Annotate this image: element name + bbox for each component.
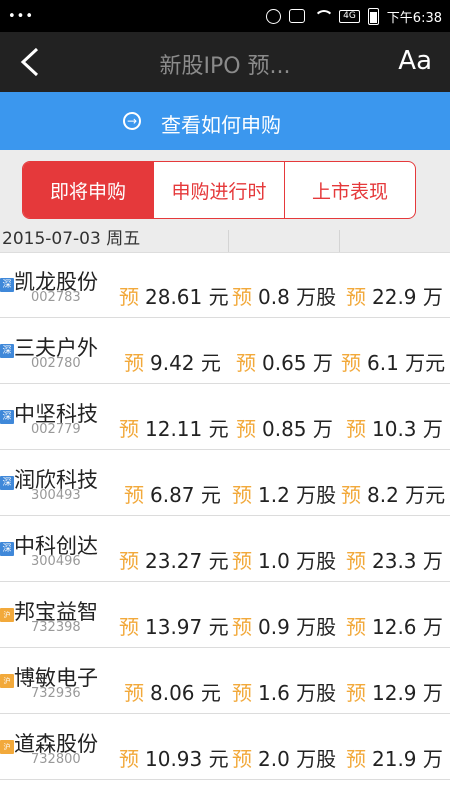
subscription-shares: 预 1.0 万股 — [232, 549, 337, 573]
estimate-prefix: 预 — [119, 615, 139, 639]
issue-price: 预 13.97 元 — [119, 615, 229, 639]
issue-price: 预 9.42 元 — [124, 351, 221, 375]
stock-code: 300493 — [31, 488, 81, 503]
estimate-prefix: 预 — [236, 351, 256, 375]
arrow-right-circle-icon: → — [123, 112, 141, 130]
issue-price: 预 28.61 元 — [119, 285, 229, 309]
page-title: 新股IPO 预... — [159, 54, 291, 79]
back-button[interactable] — [0, 32, 60, 92]
fund-limit: 预 6.1 万元 — [341, 351, 446, 375]
chevron-left-icon — [20, 47, 39, 77]
fund-limit: 预 21.9 万 — [346, 747, 443, 771]
tab-listing-performance[interactable]: 上市表现 — [285, 162, 415, 218]
subscription-shares: 预 0.65 万 — [236, 351, 333, 375]
estimate-prefix: 预 — [232, 681, 252, 705]
stock-code: 002780 — [31, 356, 81, 371]
date-section-header: 2015-07-03 周五 — [0, 230, 450, 253]
title-bar: 新股IPO 预... Aa — [0, 32, 450, 92]
how-to-subscribe-label: 查看如何申购 — [161, 113, 281, 137]
column-divider — [228, 230, 229, 252]
status-icons: 4G 下午6:38 — [266, 7, 442, 26]
issue-price: 预 8.06 元 — [124, 681, 221, 705]
estimate-prefix: 预 — [236, 417, 256, 441]
estimate-prefix: 预 — [232, 615, 252, 639]
subscription-shares: 预 0.9 万股 — [232, 615, 337, 639]
stock-code: 002783 — [31, 290, 81, 305]
market-badge-sh-icon: 沪 — [0, 674, 14, 688]
stock-row[interactable]: 深 中科创达 300496 预 23.27 元 预 1.0 万股 预 23.3 万 — [0, 516, 450, 582]
market-badge-sz-icon: 深 — [0, 344, 14, 358]
market-badge-sh-icon: 沪 — [0, 608, 14, 622]
font-size-button[interactable]: Aa — [398, 46, 432, 76]
estimate-prefix: 预 — [346, 747, 366, 771]
estimate-prefix: 预 — [232, 285, 252, 309]
subscription-shares: 预 1.6 万股 — [232, 681, 337, 705]
phone-signal-icon — [289, 9, 306, 23]
fund-limit: 预 22.9 万 — [346, 285, 443, 309]
date-label: 2015-07-03 周五 — [2, 230, 141, 249]
stock-code: 300496 — [31, 554, 81, 569]
market-badge-sz-icon: 深 — [0, 278, 14, 292]
stock-row[interactable]: 沪 道森股份 732800 预 10.93 元 预 2.0 万股 预 21.9 万 — [0, 714, 450, 780]
wifi-icon — [313, 9, 335, 23]
estimate-prefix: 预 — [346, 615, 366, 639]
estimate-prefix: 预 — [124, 483, 144, 507]
estimate-prefix: 预 — [341, 483, 361, 507]
market-badge-sz-icon: 深 — [0, 410, 14, 424]
status-bar: ••• 4G 下午6:38 — [0, 0, 450, 32]
stock-row[interactable]: 深 凯龙股份 002783 预 28.61 元 预 0.8 万股 预 22.9 万 — [0, 252, 450, 318]
stock-row[interactable]: 深 三夫户外 002780 预 9.42 元 预 0.65 万 预 6.1 万元 — [0, 318, 450, 384]
status-notification-dots: ••• — [8, 8, 35, 24]
battery-icon — [367, 7, 379, 25]
estimate-prefix: 预 — [346, 285, 366, 309]
fund-limit: 预 12.9 万 — [346, 681, 443, 705]
estimate-prefix: 预 — [346, 417, 366, 441]
market-badge-sz-icon: 深 — [0, 542, 14, 556]
tab-in-progress[interactable]: 申购进行时 — [154, 162, 285, 218]
issue-price: 预 10.93 元 — [119, 747, 229, 771]
stock-code: 732936 — [31, 686, 81, 701]
estimate-prefix: 预 — [119, 747, 139, 771]
stock-code: 732398 — [31, 620, 81, 635]
fund-limit: 预 23.3 万 — [346, 549, 443, 573]
stock-row[interactable]: 深 中坚科技 002779 预 12.11 元 预 0.85 万 预 10.3 万 — [0, 384, 450, 450]
ipo-stock-list: 深 凯龙股份 002783 预 28.61 元 预 0.8 万股 预 22.9 万 深… — [0, 252, 450, 780]
estimate-prefix: 预 — [124, 351, 144, 375]
network-4g-icon: 4G — [339, 9, 360, 23]
estimate-prefix: 预 — [119, 417, 139, 441]
market-badge-sz-icon: 深 — [0, 476, 14, 490]
estimate-prefix: 预 — [232, 483, 252, 507]
tab-upcoming[interactable]: 即将申购 — [23, 162, 154, 218]
stock-row[interactable]: 沪 博敏电子 732936 预 8.06 元 预 1.6 万股 预 12.9 万 — [0, 648, 450, 714]
estimate-prefix: 预 — [119, 549, 139, 573]
segmented-tabs: 即将申购 申购进行时 上市表现 — [22, 161, 416, 219]
stock-row[interactable]: 深 润欣科技 300493 预 6.87 元 预 1.2 万股 预 8.2 万元 — [0, 450, 450, 516]
issue-price: 预 6.87 元 — [124, 483, 221, 507]
estimate-prefix: 预 — [232, 747, 252, 771]
estimate-prefix: 预 — [346, 549, 366, 573]
issue-price: 预 12.11 元 — [119, 417, 229, 441]
subscription-shares: 预 2.0 万股 — [232, 747, 337, 771]
estimate-prefix: 预 — [124, 681, 144, 705]
fund-limit: 预 10.3 万 — [346, 417, 443, 441]
column-divider — [339, 230, 340, 252]
stock-code: 732800 — [31, 752, 81, 767]
estimate-prefix: 预 — [346, 681, 366, 705]
fund-limit: 预 12.6 万 — [346, 615, 443, 639]
tab-bar: 即将申购 申购进行时 上市表现 — [0, 150, 450, 230]
fund-limit: 预 8.2 万元 — [341, 483, 446, 507]
issue-price: 预 23.27 元 — [119, 549, 229, 573]
how-to-subscribe-banner[interactable]: → 查看如何申购 — [0, 92, 450, 150]
stock-row[interactable]: 沪 邦宝益智 732398 预 13.97 元 预 0.9 万股 预 12.6 万 — [0, 582, 450, 648]
estimate-prefix: 预 — [341, 351, 361, 375]
status-time: 下午6:38 — [386, 10, 442, 26]
subscription-shares: 预 0.85 万 — [236, 417, 333, 441]
subscription-shares: 预 0.8 万股 — [232, 285, 337, 309]
stock-code: 002779 — [31, 422, 81, 437]
alarm-icon — [266, 8, 282, 24]
estimate-prefix: 预 — [119, 285, 139, 309]
estimate-prefix: 预 — [232, 549, 252, 573]
subscription-shares: 预 1.2 万股 — [232, 483, 337, 507]
market-badge-sh-icon: 沪 — [0, 740, 14, 754]
